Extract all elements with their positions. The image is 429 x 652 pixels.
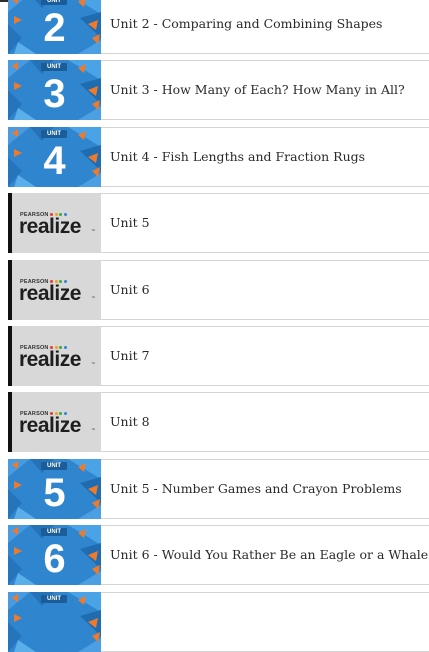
pearson-realize-logo: PEARSON realize ™ xyxy=(19,212,99,238)
unit-list-item[interactable]: UNIT 5 Unit 5 - Number Games and Crayon Pr… xyxy=(8,458,429,519)
pearson-realize-thumbnail: PEARSON realize ™ xyxy=(8,193,101,254)
unit-list-item[interactable]: PEARSON realize ™ Unit 7 xyxy=(8,326,429,386)
unit-title-link[interactable]: Unit 5 xyxy=(110,194,150,252)
pearson-realize-logo: PEARSON realize ™ xyxy=(19,279,99,305)
pearson-realize-logo: PEARSON realize ™ xyxy=(19,411,99,437)
trademark-symbol: ™ xyxy=(91,294,95,300)
unit-title-link[interactable]: Unit 6 - Would You Rather Be an Eagle or… xyxy=(110,526,429,584)
trademark-symbol: ™ xyxy=(91,427,95,433)
unit-thumbnail: UNIT 4 xyxy=(8,126,101,187)
unit-badge-label: UNIT xyxy=(47,595,61,602)
unit-list-item[interactable]: PEARSON realize ™ Unit 8 xyxy=(8,392,429,453)
unit-list-item[interactable]: UNIT xyxy=(8,591,429,652)
thumbnail-accent-bar xyxy=(8,259,12,320)
pearson-realize-thumbnail: PEARSON realize ™ xyxy=(8,259,101,320)
unit-thumbnail: UNIT 5 xyxy=(8,458,101,519)
unit-number: 5 xyxy=(43,470,66,515)
unit-title-link[interactable]: Unit 4 - Fish Lengths and Fraction Rugs xyxy=(110,128,365,186)
unit-list-item[interactable]: PEARSON realize ™ Unit 6 xyxy=(8,259,429,320)
unit-title-link[interactable]: Unit 7 xyxy=(110,327,150,385)
unit-title-link[interactable]: Unit 3 - How Many of Each? How Many in A… xyxy=(110,61,405,119)
unit-number: 4 xyxy=(43,138,66,183)
pearson-realize-logo: PEARSON realize ™ xyxy=(19,345,99,371)
unit-title-link[interactable]: Unit 2 - Comparing and Combining Shapes xyxy=(110,0,382,53)
realize-wordmark: realize xyxy=(19,414,81,438)
unit-list-item[interactable]: PEARSON realize ™ Unit 5 xyxy=(8,193,429,254)
unit-thumbnail: UNIT 3 xyxy=(8,60,101,121)
unit-thumbnail: UNIT xyxy=(8,591,101,652)
realize-wordmark: realize xyxy=(19,348,81,371)
unit-list-item[interactable]: UNIT 2 Unit 2 - Comparing and Combining Sh… xyxy=(8,0,429,54)
unit-list-item[interactable]: UNIT 6 Unit 6 - Would You Rather Be an Eag… xyxy=(8,525,429,586)
unit-title-link[interactable]: Unit 6 xyxy=(110,261,150,319)
unit-number: 6 xyxy=(43,537,66,582)
unit-thumbnail: UNIT 2 xyxy=(8,0,101,54)
unit-number: 2 xyxy=(43,6,66,50)
thumbnail-accent-bar xyxy=(8,193,12,254)
unit-list-item[interactable]: UNIT 4 Unit 4 - Fish Lengths and Fraction … xyxy=(8,126,429,187)
thumbnail-accent-bar xyxy=(8,326,12,386)
thumbnail-accent-bar xyxy=(8,392,12,453)
unit-list-item[interactable]: UNIT 3 Unit 3 - How Many of Each? How Many… xyxy=(8,60,429,121)
pearson-realize-thumbnail: PEARSON realize ™ xyxy=(8,326,101,386)
realize-wordmark: realize xyxy=(19,281,81,305)
unit-title-link[interactable]: Unit 8 xyxy=(110,393,150,451)
trademark-symbol: ™ xyxy=(91,228,95,234)
trademark-symbol: ™ xyxy=(91,361,95,366)
unit-number: 3 xyxy=(43,72,66,117)
pearson-realize-thumbnail: PEARSON realize ™ xyxy=(8,392,101,453)
unit-title-link[interactable]: Unit 5 - Number Games and Crayon Problem… xyxy=(110,460,402,518)
realize-wordmark: realize xyxy=(19,215,81,239)
unit-thumbnail: UNIT 6 xyxy=(8,525,101,586)
